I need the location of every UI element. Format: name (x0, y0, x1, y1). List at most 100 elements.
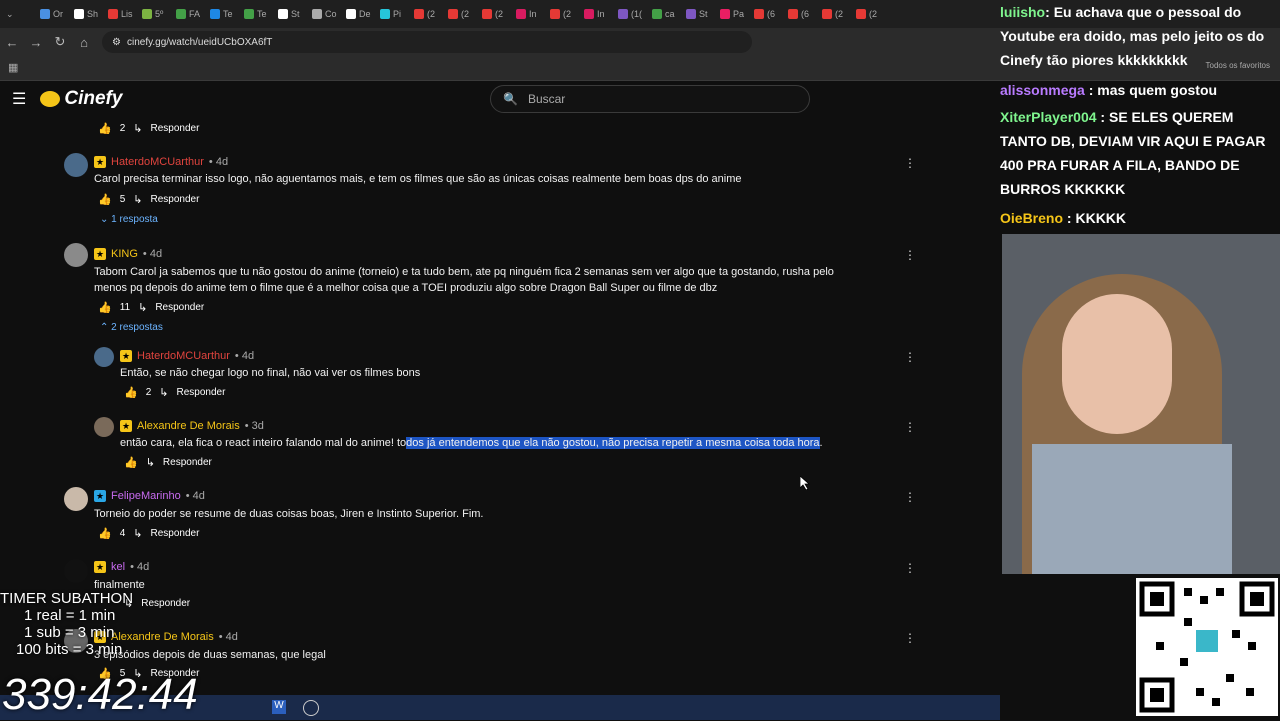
tab-label: 5º (155, 9, 164, 19)
like-icon[interactable]: 👍 (98, 122, 112, 135)
tab-label: Co (325, 9, 337, 19)
browser-tab[interactable]: (2 (408, 4, 442, 24)
comment-text: Torneio do poder se resume de duas coisa… (94, 508, 484, 520)
browser-tab[interactable]: (6 (782, 4, 816, 24)
toggle-replies[interactable]: ⌃ 2 respostas (100, 322, 163, 333)
like-icon[interactable]: 👍 (124, 386, 138, 399)
browser-tab[interactable]: (2 (476, 4, 510, 24)
star-badge-icon: ★ (94, 561, 106, 573)
tab-search-icon[interactable]: ⌄ (0, 4, 34, 24)
like-count: 2 (145, 387, 152, 398)
browser-tab[interactable]: (1( (612, 4, 646, 24)
more-options-icon[interactable]: ⋮ (904, 420, 916, 434)
toggle-replies[interactable]: ⌄ 1 resposta (100, 214, 158, 225)
home-icon[interactable]: ⌂ (72, 35, 96, 50)
comment-age: • 3d (244, 420, 264, 432)
search-placeholder: Buscar (527, 92, 566, 106)
browser-tab[interactable]: In (578, 4, 612, 24)
like-icon[interactable]: 👍 (124, 456, 138, 469)
favicon-icon (448, 9, 458, 19)
text-end: . (819, 437, 823, 449)
reply-button[interactable]: Responder (150, 528, 199, 539)
browser-tab[interactable]: Or (34, 4, 68, 24)
tab-label: (2 (427, 9, 436, 19)
browser-tab[interactable]: 5º (136, 4, 170, 24)
search-icon: 🔍 (503, 92, 518, 106)
app-icon[interactable] (303, 700, 319, 716)
tab-label: FA (189, 9, 201, 19)
site-info-icon[interactable]: ⚙ (112, 37, 121, 48)
comment-text-line-2: menos pq depois do anime tem o filme que… (94, 282, 718, 294)
more-options-icon[interactable]: ⋮ (904, 156, 916, 170)
more-options-icon[interactable]: ⋮ (904, 248, 916, 262)
back-icon[interactable]: ← (0, 35, 24, 50)
apps-grid-icon[interactable]: ▦ (8, 61, 18, 74)
site-logo[interactable]: Cinefy (40, 88, 122, 110)
avatar[interactable] (94, 347, 114, 367)
browser-tab[interactable]: De (340, 4, 374, 24)
comment-text-line-1: Tabom Carol ja sabemos que tu não gostou… (94, 266, 834, 278)
more-options-icon[interactable]: ⋮ (904, 561, 916, 575)
reply-button[interactable]: Responder (150, 123, 199, 134)
browser-tab[interactable]: (2 (816, 4, 850, 24)
chat-username: XiterPlayer004 (1000, 109, 1097, 125)
word-app-icon[interactable]: W (272, 700, 286, 714)
like-icon[interactable]: 👍 (98, 193, 112, 206)
browser-tab[interactable]: (6 (748, 4, 782, 24)
more-options-icon[interactable]: ⋮ (904, 631, 916, 645)
username[interactable]: FelipeMarinho (111, 490, 181, 502)
subathon-overlay: TIMER SUBATHON 1 real = 1 min 1 sub = 3 … (0, 590, 133, 658)
reply-button[interactable]: Responder (150, 194, 199, 205)
username[interactable]: kel (111, 561, 125, 573)
reply-button[interactable]: Responder (141, 598, 190, 609)
favicon-icon (210, 9, 220, 19)
reload-icon[interactable]: ↻ (48, 34, 72, 50)
like-count: 5 (119, 194, 126, 205)
reply-button[interactable]: Responder (155, 302, 204, 313)
like-icon[interactable]: 👍 (98, 527, 112, 540)
browser-tab[interactable]: Co (306, 4, 340, 24)
browser-tab[interactable]: FA (170, 4, 204, 24)
reply-button[interactable]: Responder (163, 457, 212, 468)
browser-tab[interactable]: St (680, 4, 714, 24)
favicon-icon (414, 9, 424, 19)
hamburger-menu-icon[interactable]: ☰ (12, 89, 26, 109)
browser-tab[interactable]: ca (646, 4, 680, 24)
more-options-icon[interactable]: ⋮ (904, 490, 916, 504)
more-options-icon[interactable]: ⋮ (904, 350, 916, 364)
username[interactable]: Alexandre De Morais (137, 420, 240, 432)
comment-header: ★ HaterdoMCUarthur • 4d (94, 156, 228, 168)
qr-code (1136, 578, 1278, 716)
avatar[interactable] (64, 153, 88, 177)
age-text: 3d (251, 420, 264, 432)
browser-tab[interactable]: Pi (374, 4, 408, 24)
avatar[interactable] (94, 417, 114, 437)
toggle-label: 1 resposta (111, 214, 158, 225)
browser-tab[interactable]: (2 (544, 4, 578, 24)
favicon-icon (720, 9, 730, 19)
browser-tab[interactable]: St (272, 4, 306, 24)
username[interactable]: HaterdoMCUarthur (111, 156, 204, 168)
tab-label: (2 (495, 9, 504, 19)
forward-icon[interactable]: → (24, 35, 48, 50)
like-icon[interactable]: 👍 (98, 301, 112, 314)
reply-icon: ↳ (133, 123, 143, 135)
tab-label: Te (223, 9, 233, 19)
reply-button[interactable]: Responder (176, 387, 225, 398)
username[interactable]: HaterdoMCUarthur (137, 350, 230, 362)
avatar[interactable] (64, 487, 88, 511)
search-input[interactable]: 🔍 Buscar (490, 85, 810, 113)
browser-tab[interactable]: (2 (850, 4, 884, 24)
username[interactable]: KING (111, 248, 138, 260)
browser-tab[interactable]: In (510, 4, 544, 24)
url-field[interactable]: ⚙ cinefy.gg/watch/ueidUCbOXA6fT (102, 31, 752, 53)
browser-tab[interactable]: Sh (68, 4, 102, 24)
browser-tab[interactable]: Pa (714, 4, 748, 24)
browser-tab[interactable]: (2 (442, 4, 476, 24)
browser-tab[interactable]: Te (238, 4, 272, 24)
subathon-title: TIMER SUBATHON (0, 590, 134, 607)
avatar[interactable] (64, 243, 88, 267)
browser-tab[interactable]: Lis (102, 4, 136, 24)
avatar[interactable] (64, 559, 88, 583)
browser-tab[interactable]: Te (204, 4, 238, 24)
